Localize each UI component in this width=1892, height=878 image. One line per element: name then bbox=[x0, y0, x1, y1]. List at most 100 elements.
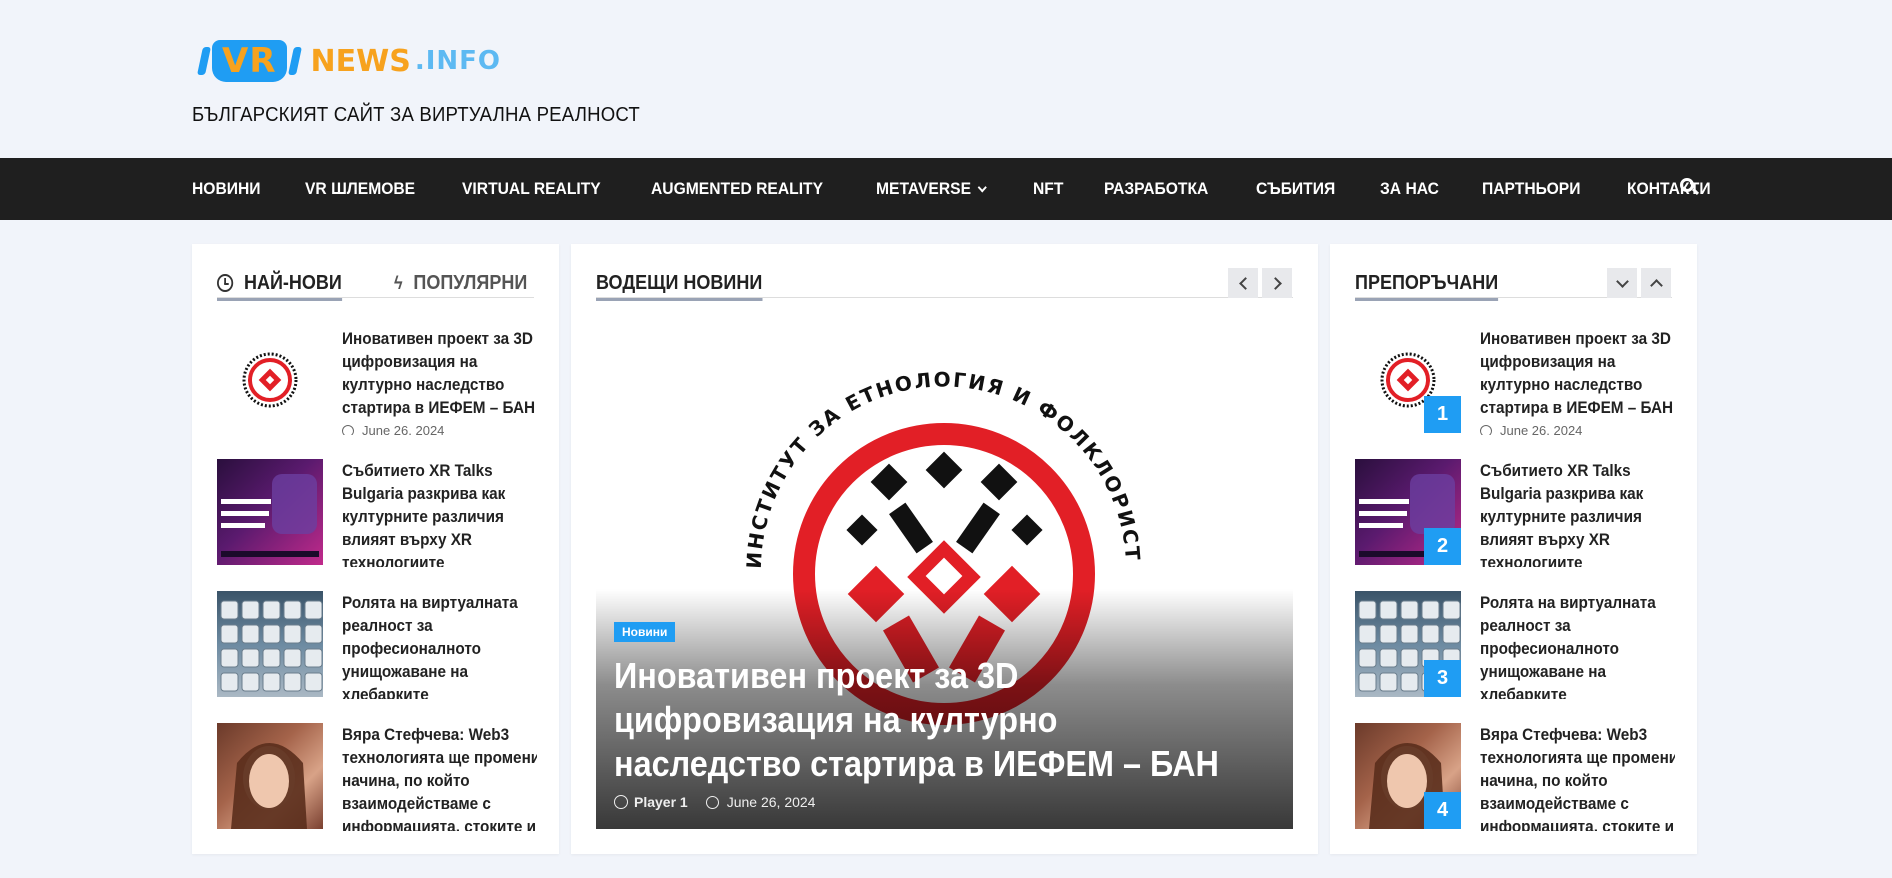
vr-logo-mark: VR bbox=[196, 40, 303, 82]
article-title-link[interactable]: Събитието XR Talks Bulgaria разкрива как… bbox=[1480, 459, 1675, 567]
article-thumbnail[interactable]: 2 bbox=[1355, 459, 1461, 565]
logo-news-text: NEWS bbox=[310, 43, 411, 79]
chevron-right-icon bbox=[1268, 276, 1282, 290]
nav-item-label: СЪБИТИЯ bbox=[1255, 179, 1335, 198]
xr-talks-poster-image bbox=[221, 474, 319, 557]
site-header: VR NEWS .INFO БЪЛГАРСКИЯТ САЙТ ЗА ВИРТУА… bbox=[0, 0, 1892, 158]
chevron-left-icon bbox=[1238, 276, 1252, 290]
clock-icon bbox=[342, 424, 354, 435]
slider-next-button[interactable] bbox=[1262, 268, 1292, 298]
hero-date: June 26, 2024 bbox=[726, 794, 816, 810]
hero-meta: Player 1 June 26, 2024 bbox=[614, 794, 815, 810]
list-item[interactable]: 1 Иновативен проект за 3D цифровизация на… bbox=[1355, 327, 1675, 435]
article-title-link[interactable]: Иновативен проект за 3D цифровизация на … bbox=[1480, 327, 1675, 419]
nav-item-8[interactable]: ЗА НАС bbox=[1380, 179, 1439, 199]
nav-item-5[interactable]: NFT bbox=[1033, 179, 1063, 199]
list-up-button[interactable] bbox=[1641, 268, 1671, 298]
clock-icon bbox=[705, 795, 719, 809]
list-item[interactable]: Иновативен проект за 3D цифровизация на … bbox=[217, 327, 537, 435]
site-tagline: БЪЛГАРСКИЯТ САЙТ ЗА ВИРТУАЛНА РЕАЛНОСТ bbox=[192, 104, 640, 126]
list-item[interactable]: 3 Ролята на виртуалната реалност за профе… bbox=[1355, 591, 1675, 699]
article-thumbnail[interactable] bbox=[217, 723, 323, 829]
logo-info-text: .INFO bbox=[414, 46, 501, 76]
chevron-up-icon bbox=[1649, 278, 1663, 292]
logo-right-tick bbox=[287, 47, 302, 75]
bolt-icon: ϟ bbox=[393, 272, 403, 293]
hero-title[interactable]: Иновативен проект за 3D цифровизация на … bbox=[614, 654, 1244, 786]
logo-vr-text: VR bbox=[212, 40, 287, 82]
nav-item-6[interactable]: РАЗРАБОТКА bbox=[1104, 179, 1208, 199]
nav-item-label: ЗА НАС bbox=[1379, 179, 1439, 198]
logo-left-tick bbox=[197, 47, 211, 75]
recommended-widget: ПРЕПОРЪЧАНИ 1 Иновативен проект за 3D циф… bbox=[1330, 244, 1697, 854]
list-item[interactable]: 2 Събитието XR Talks Bulgaria разкрива ка… bbox=[1355, 459, 1675, 567]
article-date-text: June 26, 2024 bbox=[1500, 423, 1583, 435]
rank-badge: 4 bbox=[1424, 792, 1461, 829]
nav-item-label: AUGMENTED REALITY bbox=[651, 179, 824, 198]
recommended-section-title: ПРЕПОРЪЧАНИ bbox=[1355, 268, 1499, 301]
main-nav: НОВИНИ VR ШЛЕМОВЕ VIRTUAL REALITY AUGMENTED… bbox=[0, 158, 1892, 220]
list-item[interactable]: Събитието XR Talks Bulgaria разкрива как… bbox=[217, 459, 537, 567]
hero-category-badge[interactable]: Новини bbox=[614, 622, 676, 642]
featured-section-title: ВОДЕЩИ НОВИНИ bbox=[596, 268, 763, 301]
article-thumbnail[interactable] bbox=[217, 591, 323, 697]
article-date: June 26, 2024 bbox=[342, 423, 444, 435]
slider-prev-button[interactable] bbox=[1228, 268, 1258, 298]
article-thumbnail[interactable]: 4 bbox=[1355, 723, 1461, 829]
article-thumbnail[interactable]: 1 bbox=[1355, 327, 1461, 433]
clock-icon bbox=[217, 274, 234, 292]
nav-item-label: РАЗРАБОТКА bbox=[1104, 179, 1209, 198]
portrait-image bbox=[231, 743, 307, 829]
tab-popular[interactable]: ϟ ПОПУЛЯРНИ bbox=[394, 268, 527, 298]
tab-latest[interactable]: НАЙ-НОВИ bbox=[217, 268, 342, 301]
article-thumbnail[interactable] bbox=[217, 327, 323, 433]
site-logo[interactable]: VR NEWS .INFO bbox=[196, 40, 501, 82]
nav-item-7[interactable]: СЪБИТИЯ bbox=[1256, 179, 1335, 199]
ethnology-seal-thumb bbox=[242, 352, 298, 408]
article-title-link[interactable]: Събитието XR Talks Bulgaria разкрива как… bbox=[342, 459, 537, 567]
tab-popular-label: ПОПУЛЯРНИ bbox=[413, 271, 528, 294]
rank-badge: 1 bbox=[1424, 396, 1461, 433]
rank-badge: 3 bbox=[1424, 660, 1461, 697]
nav-item-label: METAVERSE bbox=[876, 179, 972, 198]
nav-item-label: VR ШЛЕМОВЕ bbox=[304, 179, 415, 198]
article-title-link[interactable]: Иновативен проект за 3D цифровизация на … bbox=[342, 327, 537, 419]
article-thumbnail[interactable] bbox=[217, 459, 323, 565]
nav-item-label: NFT bbox=[1033, 179, 1064, 198]
nav-item-label: ПАРТНЬОРИ bbox=[1481, 179, 1581, 198]
nav-item-1[interactable]: VR ШЛЕМОВЕ bbox=[305, 179, 415, 199]
keyboard-image bbox=[220, 600, 323, 692]
clock-icon bbox=[1480, 424, 1492, 435]
chevron-down-icon bbox=[1615, 274, 1629, 288]
nav-item-label: VIRTUAL REALITY bbox=[462, 179, 601, 198]
tab-latest-label: НАЙ-НОВИ bbox=[244, 271, 342, 294]
hero-slide[interactable]: ИНСТИТУТ ЗА ЕТНОЛОГИЯ И ФОЛКЛОРИСТИКА С … bbox=[596, 319, 1293, 829]
hero-author[interactable]: Player 1 bbox=[614, 794, 688, 810]
article-title-link[interactable]: Вяра Стефчева: Web3 технологията ще пром… bbox=[1480, 723, 1675, 831]
nav-item-label: НОВИНИ bbox=[192, 179, 261, 198]
article-date-text: June 26, 2024 bbox=[362, 423, 445, 435]
chevron-down-icon bbox=[977, 182, 988, 192]
nav-item-2[interactable]: VIRTUAL REALITY bbox=[462, 179, 601, 199]
nav-item-4[interactable]: METAVERSE bbox=[876, 179, 988, 199]
article-title-link[interactable]: Ролята на виртуалната реалност за профес… bbox=[1480, 591, 1675, 699]
rank-badge: 2 bbox=[1424, 528, 1461, 565]
list-down-button[interactable] bbox=[1607, 268, 1637, 298]
nav-item-3[interactable]: AUGMENTED REALITY bbox=[651, 179, 823, 199]
nav-item-0[interactable]: НОВИНИ bbox=[192, 179, 261, 199]
search-icon[interactable] bbox=[1680, 178, 1700, 198]
article-thumbnail[interactable]: 3 bbox=[1355, 591, 1461, 697]
nav-item-9[interactable]: ПАРТНЬОРИ bbox=[1482, 179, 1580, 199]
list-item[interactable]: Ролята на виртуалната реалност за профес… bbox=[217, 591, 537, 699]
list-item[interactable]: Вяра Стефчева: Web3 технологията ще пром… bbox=[217, 723, 537, 831]
featured-section-header: ВОДЕЩИ НОВИНИ bbox=[596, 268, 1293, 301]
article-date: June 26, 2024 bbox=[1480, 423, 1582, 435]
widget-tabs: НАЙ-НОВИ ϟ ПОПУЛЯРНИ bbox=[217, 268, 534, 301]
hero-author-name: Player 1 bbox=[634, 794, 688, 810]
list-item[interactable]: 4 Вяра Стефчева: Web3 технологията ще про… bbox=[1355, 723, 1675, 831]
article-title-link[interactable]: Ролята на виртуалната реалност за профес… bbox=[342, 591, 537, 699]
featured-news-widget: ВОДЕЩИ НОВИНИ ИНСТИТУТ ЗА ЕТНОЛОГИЯ И ФО… bbox=[571, 244, 1318, 854]
user-icon bbox=[614, 795, 628, 809]
article-title-link[interactable]: Вяра Стефчева: Web3 технологията ще пром… bbox=[342, 723, 537, 831]
latest-popular-widget: НАЙ-НОВИ ϟ ПОПУЛЯРНИ Иновативен проект з… bbox=[192, 244, 559, 854]
